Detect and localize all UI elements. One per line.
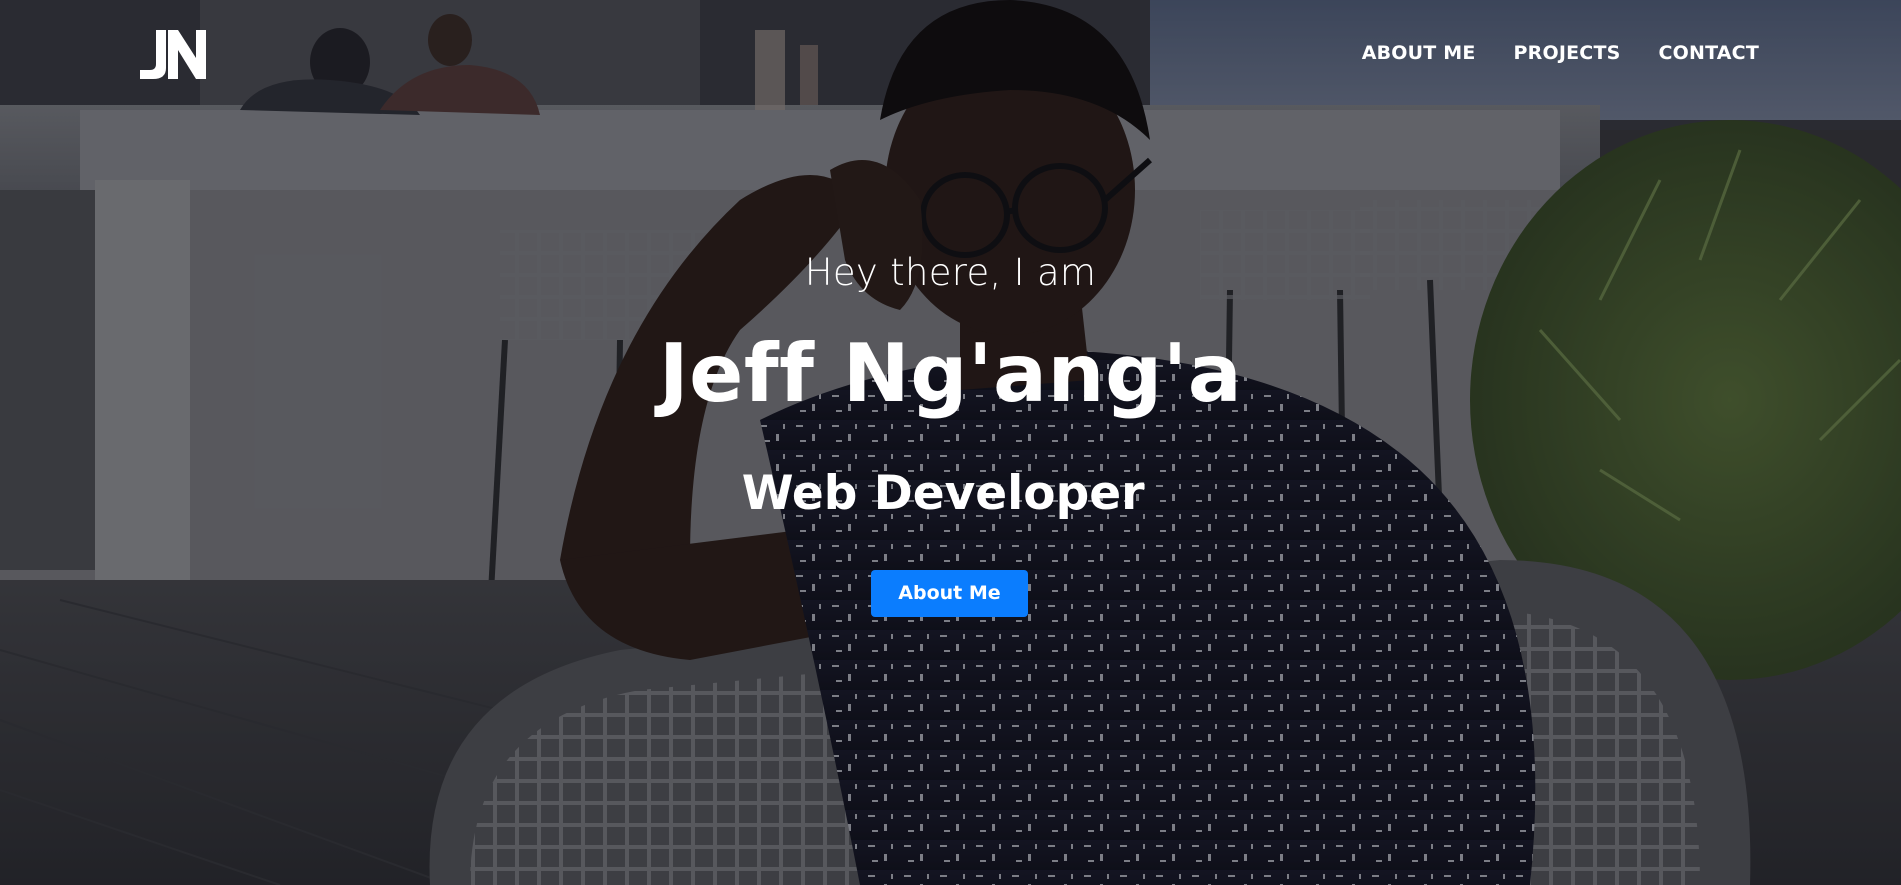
nav-links: ABOUT ME PROJECTS CONTACT	[1362, 42, 1759, 64]
hero-greeting: Hey there, I am	[804, 251, 1097, 294]
hero-content: Hey there, I am Jeff Ng'ang'a Web Develo…	[0, 0, 1901, 885]
top-navbar: ABOUT ME PROJECTS CONTACT	[0, 0, 1901, 105]
nav-about-me-link[interactable]: ABOUT ME	[1362, 42, 1476, 64]
hero-name: Jeff Ng'ang'a	[658, 327, 1243, 420]
jn-logo-mark	[140, 30, 206, 79]
hero-role: Web Developer	[741, 466, 1145, 521]
about-me-button[interactable]: About Me	[871, 570, 1028, 617]
nav-contact-link[interactable]: CONTACT	[1659, 42, 1760, 64]
jn-logo-icon[interactable]	[138, 28, 208, 82]
nav-projects-link[interactable]: PROJECTS	[1514, 42, 1621, 64]
hero-section: ABOUT ME PROJECTS CONTACT Hey there, I a…	[0, 0, 1901, 885]
